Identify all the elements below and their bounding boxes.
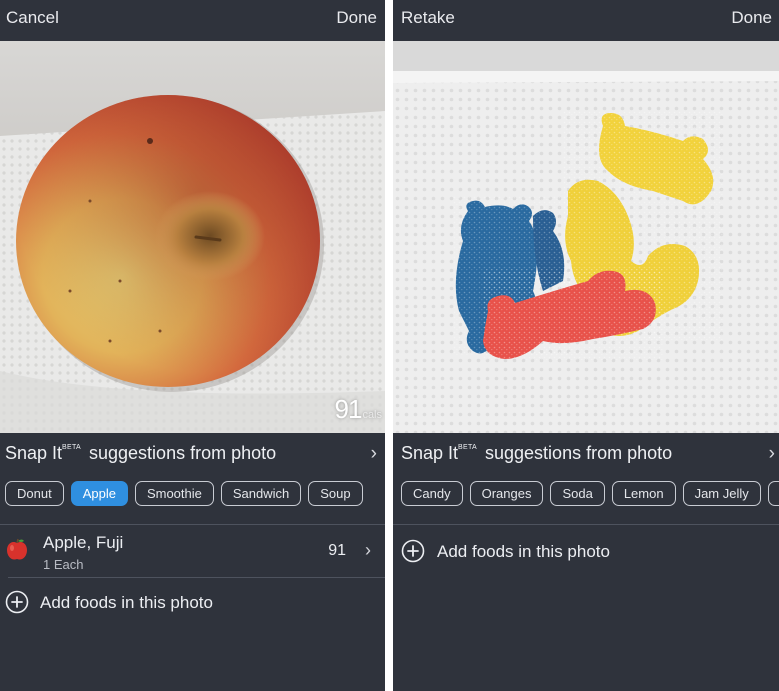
chip-lemon[interactable]: Lemon (611, 481, 676, 506)
chevron-right-icon: › (370, 443, 377, 464)
suggestion-chips: Candy Oranges Soda Lemon Jam Jelly (401, 481, 779, 507)
photo-preview: 91cals (0, 41, 385, 433)
chevron-right-icon: › (365, 540, 371, 560)
beta-badge: BETA (458, 444, 478, 451)
divider (0, 524, 385, 525)
gummy-candy-photo (393, 41, 779, 433)
calorie-overlay: 91cals (335, 394, 382, 425)
snap-it-suggestions-row[interactable]: Snap ItBETA suggestions from photo › (0, 433, 385, 473)
add-foods-label: Add foods in this photo (437, 542, 610, 561)
snap-it-title: Snap ItBETA suggestions from photo (401, 443, 672, 464)
suggestion-chips: Donut Apple Smoothie Sandwich Soup (5, 481, 385, 507)
chevron-right-icon: › (768, 443, 775, 464)
food-quantity: 1 Each (43, 557, 84, 572)
left-screen: Cancel Done 91cals Snap ItBETA suggestio… (0, 0, 385, 691)
chip-jam-jelly[interactable]: Jam Jelly (682, 481, 761, 506)
add-foods-button[interactable]: Add foods in this photo (393, 537, 779, 567)
apple-icon (7, 538, 27, 560)
chip-soup[interactable]: Soup (308, 481, 363, 506)
chip-oranges[interactable]: Oranges (469, 481, 544, 506)
right-screen: Retake Done Snap ItBETA suggestions from… (393, 0, 779, 691)
photo-preview (393, 41, 779, 433)
add-foods-button[interactable]: Add foods in this photo (0, 588, 385, 618)
divider (8, 577, 385, 578)
add-foods-label: Add foods in this photo (40, 593, 213, 612)
chip-donut[interactable]: Donut (5, 481, 64, 506)
chip-smoothie[interactable]: Smoothie (134, 481, 214, 506)
food-name: Apple, Fuji (43, 533, 124, 552)
snap-it-label: Snap It (401, 443, 459, 463)
divider (393, 524, 779, 525)
top-bar: Cancel Done (0, 0, 385, 40)
chip-sandwich[interactable]: Sandwich (220, 481, 302, 506)
retake-button[interactable]: Retake (401, 8, 455, 28)
chip-soda[interactable]: Soda (550, 481, 605, 506)
done-button[interactable]: Done (336, 8, 377, 28)
plus-circle-icon (401, 539, 425, 563)
food-item-row[interactable]: Apple, Fuji 1 Each 91 › (0, 527, 385, 577)
suggestions-label: suggestions from photo (480, 443, 673, 463)
beta-badge: BETA (62, 444, 82, 451)
chip-more[interactable] (767, 481, 779, 506)
plus-circle-icon (5, 590, 29, 614)
apple-photo (0, 41, 385, 433)
chip-candy[interactable]: Candy (401, 481, 463, 506)
snap-it-label: Snap It (5, 443, 63, 463)
suggestions-label: suggestions from photo (84, 443, 277, 463)
calorie-unit: cals (362, 409, 382, 421)
chip-apple[interactable]: Apple (70, 481, 128, 506)
top-bar: Retake Done (393, 0, 779, 40)
done-button[interactable]: Done (731, 8, 772, 28)
cancel-button[interactable]: Cancel (6, 8, 59, 28)
snap-it-suggestions-row[interactable]: Snap ItBETA suggestions from photo › (393, 433, 779, 473)
food-calories: 91 (328, 542, 346, 559)
snap-it-title: Snap ItBETA suggestions from photo (5, 443, 276, 464)
calorie-value: 91 (334, 394, 363, 424)
